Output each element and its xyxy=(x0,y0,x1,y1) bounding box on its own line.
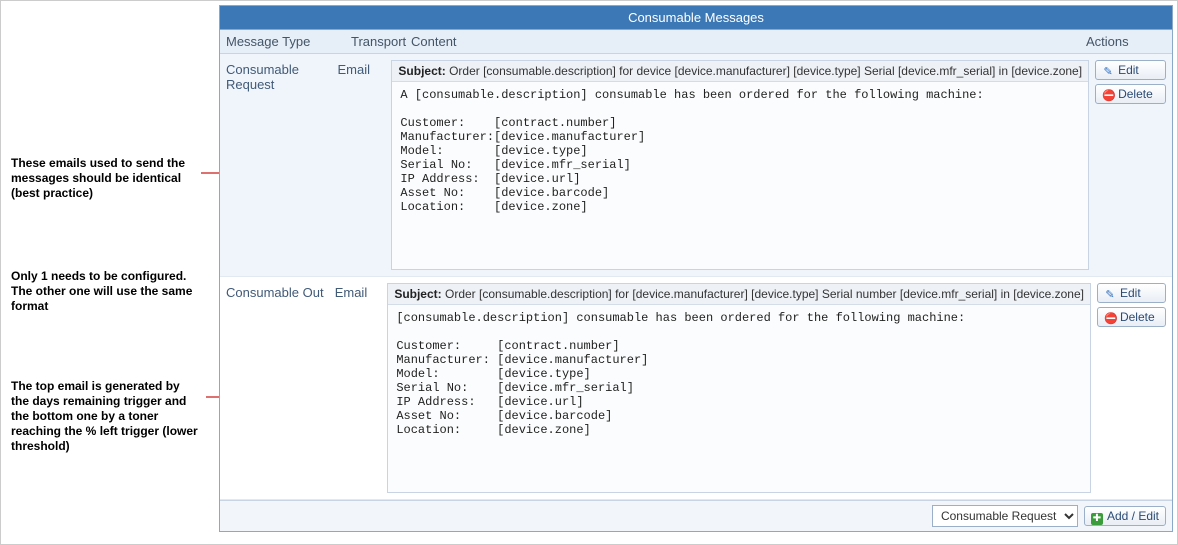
row0-trans: Email xyxy=(338,60,392,77)
annotation-2: Only 1 needs to be configured. The other… xyxy=(11,269,201,314)
consumable-messages-panel: Consumable Messages Message Type Transpo… xyxy=(219,5,1173,532)
row0-type: Consumable Request xyxy=(226,60,338,92)
row1-subject-line: Subject: Order [consumable.description] … xyxy=(388,284,1090,305)
row1-trans: Email xyxy=(335,283,388,300)
delete-button-label: Delete xyxy=(1118,87,1153,101)
add-edit-button-label: Add / Edit xyxy=(1107,509,1159,523)
delete-icon xyxy=(1102,88,1114,100)
delete-button[interactable]: Delete xyxy=(1095,84,1166,104)
edit-button[interactable]: Edit xyxy=(1097,283,1166,303)
delete-icon xyxy=(1104,311,1116,323)
message-type-select[interactable]: Consumable Request Consumable Out xyxy=(932,505,1078,527)
row1-actions: Edit Delete xyxy=(1097,283,1166,327)
row0-content-box: Subject: Order [consumable.description] … xyxy=(391,60,1089,270)
row0-subject-label: Subject: xyxy=(398,64,445,78)
add-icon xyxy=(1091,510,1103,522)
table-row: Consumable Out Email Subject: Order [con… xyxy=(220,277,1172,500)
col-header-type: Message Type xyxy=(226,34,351,49)
edit-icon xyxy=(1102,64,1114,76)
add-edit-button[interactable]: Add / Edit xyxy=(1084,506,1166,526)
col-header-content: Content xyxy=(411,34,1086,49)
delete-button[interactable]: Delete xyxy=(1097,307,1166,327)
annotation-3: The top email is generated by the days r… xyxy=(11,379,201,454)
panel-footer: Consumable Request Consumable Out Add / … xyxy=(220,500,1172,531)
col-header-actions: Actions xyxy=(1086,34,1166,49)
row1-content-box: Subject: Order [consumable.description] … xyxy=(387,283,1091,493)
row0-content: Subject: Order [consumable.description] … xyxy=(391,60,1095,270)
panel-title: Consumable Messages xyxy=(220,6,1172,30)
row0-body: A [consumable.description] consumable ha… xyxy=(392,82,1088,269)
row0-actions: Edit Delete xyxy=(1095,60,1166,104)
row0-subject: Order [consumable.description] for devic… xyxy=(449,64,1082,78)
row1-type: Consumable Out xyxy=(226,283,335,300)
row1-subject: Order [consumable.description] for [devi… xyxy=(445,287,1084,301)
edit-button-label: Edit xyxy=(1120,286,1141,300)
delete-button-label: Delete xyxy=(1120,310,1155,324)
screenshot-canvas: These emails used to send the messages s… xyxy=(0,0,1178,545)
row1-content: Subject: Order [consumable.description] … xyxy=(387,283,1097,493)
row1-subject-label: Subject: xyxy=(394,287,441,301)
col-header-trans: Transport xyxy=(351,34,411,49)
edit-icon xyxy=(1104,287,1116,299)
table-header: Message Type Transport Content Actions xyxy=(220,30,1172,54)
table-row: Consumable Request Email Subject: Order … xyxy=(220,54,1172,277)
annotation-1: These emails used to send the messages s… xyxy=(11,156,201,201)
row1-body: [consumable.description] consumable has … xyxy=(388,305,1090,492)
row0-subject-line: Subject: Order [consumable.description] … xyxy=(392,61,1088,82)
edit-button-label: Edit xyxy=(1118,63,1139,77)
edit-button[interactable]: Edit xyxy=(1095,60,1166,80)
